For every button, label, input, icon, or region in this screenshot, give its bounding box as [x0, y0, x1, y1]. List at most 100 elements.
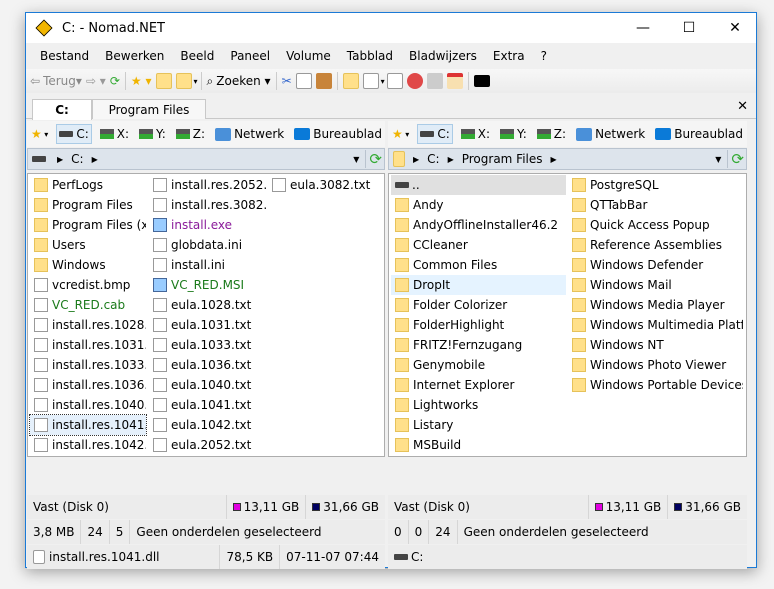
- list-item[interactable]: Windows NT: [568, 335, 743, 355]
- menu-bladwijzers[interactable]: Bladwijzers: [401, 49, 485, 63]
- paste-icon[interactable]: [315, 73, 332, 89]
- list-item[interactable]: FolderHighlight: [391, 315, 566, 335]
- menu-tabblad[interactable]: Tabblad: [339, 49, 401, 63]
- minimize-button[interactable]: —: [620, 13, 666, 43]
- list-item[interactable]: eula.2052.txt: [149, 435, 266, 455]
- menu-beeld[interactable]: Beeld: [172, 49, 222, 63]
- list-item[interactable]: Windows: [30, 255, 146, 275]
- move-to-icon[interactable]: [426, 73, 443, 89]
- list-item[interactable]: Windows Defender: [568, 255, 743, 275]
- refresh-icon[interactable]: ⟳: [365, 150, 382, 168]
- drive-bureaublad[interactable]: Bureaublad: [653, 125, 745, 143]
- list-item[interactable]: install.exe: [149, 215, 266, 235]
- list-item[interactable]: ..: [391, 175, 566, 195]
- list-item[interactable]: globdata.ini: [149, 235, 266, 255]
- search-button[interactable]: ⌕ Zoeken ▾: [207, 74, 271, 89]
- list-item[interactable]: install.res.1040.dll: [30, 395, 146, 415]
- calendar-edit-icon[interactable]: [446, 73, 463, 89]
- list-item[interactable]: Common Files: [391, 255, 566, 275]
- refresh-icon[interactable]: ⟳: [110, 74, 120, 88]
- back-button[interactable]: ⇦ Terug ▾: [30, 74, 82, 88]
- list-item[interactable]: Genymobile: [391, 355, 566, 375]
- list-item[interactable]: Windows Multimedia Platf...: [568, 315, 743, 335]
- list-item[interactable]: CCleaner: [391, 235, 566, 255]
- list-item[interactable]: AndyOfflineInstaller46.2: [391, 215, 566, 235]
- bookmarks-star-icon[interactable]: ★ ▾: [390, 125, 411, 143]
- list-item[interactable]: MSBuild: [391, 435, 566, 455]
- breadcrumb-item[interactable]: C:: [71, 152, 83, 166]
- tab-program-files[interactable]: Program Files: [92, 99, 206, 119]
- menu-bewerken[interactable]: Bewerken: [97, 49, 172, 63]
- delete-icon[interactable]: [406, 73, 423, 89]
- list-item[interactable]: FRITZ!Fernzugang: [391, 335, 566, 355]
- drive-z[interactable]: Z:: [535, 125, 568, 143]
- list-item[interactable]: Windows Portable Devices: [568, 375, 743, 395]
- list-item[interactable]: install.res.3082.dll: [149, 195, 266, 215]
- list-item[interactable]: Listary: [391, 415, 566, 435]
- list-item[interactable]: Windows Mail: [568, 275, 743, 295]
- cut-icon[interactable]: ✂: [282, 74, 292, 88]
- path-dropdown-icon[interactable]: ▼: [715, 155, 721, 164]
- menu-paneel[interactable]: Paneel: [222, 49, 278, 63]
- list-item[interactable]: eula.1036.txt: [149, 355, 266, 375]
- list-item[interactable]: eula.1041.txt: [149, 395, 266, 415]
- list-item[interactable]: eula.1031.txt: [149, 315, 266, 335]
- tab-c[interactable]: C:: [32, 99, 92, 120]
- breadcrumb-item[interactable]: C:: [427, 152, 439, 166]
- drive-c[interactable]: C:: [417, 124, 453, 144]
- list-item[interactable]: PerfLogs: [30, 175, 146, 195]
- list-item[interactable]: Windows Media Player: [568, 295, 743, 315]
- list-item[interactable]: install.res.1031.dll: [30, 335, 146, 355]
- bookmarks-star-icon[interactable]: ★ ▾: [131, 74, 152, 88]
- menu-volume[interactable]: Volume: [278, 49, 339, 63]
- menu-extra[interactable]: Extra: [485, 49, 533, 63]
- drive-x[interactable]: X:: [459, 125, 492, 143]
- copy-icon[interactable]: [295, 73, 312, 89]
- list-item[interactable]: eula.1028.txt: [149, 295, 266, 315]
- bookmarks-star-icon[interactable]: ★ ▾: [29, 125, 50, 143]
- forward-button[interactable]: ⇨ ▾: [86, 74, 106, 88]
- move-folder-icon[interactable]: [155, 73, 172, 89]
- path-dropdown-icon[interactable]: ▼: [353, 155, 359, 164]
- list-item[interactable]: install.res.1041.dll: [29, 414, 147, 436]
- list-item[interactable]: install.ini: [149, 255, 266, 275]
- drive-x[interactable]: X:: [98, 125, 131, 143]
- command-prompt-icon[interactable]: [473, 75, 490, 87]
- duplicate-icon[interactable]: [386, 73, 403, 89]
- list-item[interactable]: eula.1040.txt: [149, 375, 266, 395]
- copy-folder-icon[interactable]: [175, 73, 192, 89]
- list-item[interactable]: Lightworks: [391, 395, 566, 415]
- list-item[interactable]: PostgreSQL: [568, 175, 743, 195]
- drive-y[interactable]: Y:: [498, 125, 529, 143]
- refresh-icon[interactable]: ⟳: [727, 150, 744, 168]
- list-item[interactable]: eula.3082.txt: [268, 175, 385, 195]
- new-file-icon[interactable]: [362, 73, 379, 89]
- list-item[interactable]: install.res.1033.dll: [30, 355, 146, 375]
- list-item[interactable]: Program Files: [30, 195, 146, 215]
- list-item[interactable]: QTTabBar: [568, 195, 743, 215]
- list-item[interactable]: DropIt: [391, 275, 566, 295]
- path-bar[interactable]: ▶ C: ▶ Program Files ▶ ▼ ⟳: [388, 148, 747, 170]
- list-item[interactable]: install.res.1036.dll: [30, 375, 146, 395]
- close-tab-icon[interactable]: ✕: [737, 99, 748, 114]
- drive-netwerk[interactable]: Netwerk: [574, 125, 647, 143]
- new-folder-icon[interactable]: [342, 73, 359, 89]
- list-item[interactable]: eula.1042.txt: [149, 415, 266, 435]
- list-item[interactable]: install.res.1028.dll: [30, 315, 146, 335]
- drive-c[interactable]: C:: [56, 124, 92, 144]
- list-item[interactable]: Internet Explorer: [391, 375, 566, 395]
- list-item[interactable]: install.res.2052.dll: [149, 175, 266, 195]
- list-item[interactable]: Users: [30, 235, 146, 255]
- path-bar[interactable]: ▶ C: ▶ ▼ ⟳: [27, 148, 385, 170]
- list-item[interactable]: VC_RED.MSI: [149, 275, 266, 295]
- list-item[interactable]: eula.1033.txt: [149, 335, 266, 355]
- list-item[interactable]: Quick Access Popup: [568, 215, 743, 235]
- drive-netwerk[interactable]: Netwerk: [213, 125, 286, 143]
- menu-[interactable]: ?: [533, 49, 555, 63]
- list-item[interactable]: install.res.1042.dll: [30, 435, 146, 455]
- drive-y[interactable]: Y:: [137, 125, 168, 143]
- menu-bestand[interactable]: Bestand: [32, 49, 97, 63]
- drive-z[interactable]: Z:: [174, 125, 207, 143]
- list-item[interactable]: vcredist.bmp: [30, 275, 146, 295]
- maximize-button[interactable]: ☐: [666, 13, 712, 43]
